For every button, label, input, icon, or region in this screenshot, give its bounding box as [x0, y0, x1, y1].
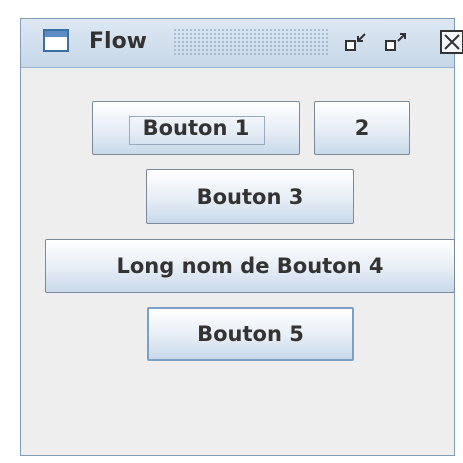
minimize-button[interactable] — [343, 29, 371, 55]
title-bar[interactable]: Flow — [21, 19, 463, 68]
bouton-3-button[interactable]: Bouton 3 — [146, 169, 354, 224]
flow-window: Flow Bouton 1 2 Bouton 3 Long nom de Bou… — [20, 18, 463, 456]
bouton-1-button[interactable]: Bouton 1 — [92, 101, 300, 155]
bouton-4-label: Long nom de Bouton 4 — [116, 254, 384, 278]
bouton-3-label: Bouton 3 — [196, 184, 304, 209]
title-bar-grip — [173, 28, 329, 56]
window-icon[interactable] — [43, 29, 69, 52]
bouton-2-label: 2 — [354, 116, 370, 140]
bouton-5-label: Bouton 5 — [197, 322, 304, 346]
bouton-2-button[interactable]: 2 — [314, 101, 410, 155]
window-title: Flow — [89, 29, 148, 54]
bouton-5-button[interactable]: Bouton 5 — [147, 307, 354, 361]
bouton-4-button[interactable]: Long nom de Bouton 4 — [45, 239, 455, 293]
maximize-button[interactable] — [383, 29, 411, 55]
maximize-icon — [383, 29, 411, 55]
close-icon — [439, 29, 463, 55]
minimize-icon — [343, 29, 371, 55]
close-button[interactable] — [439, 29, 463, 55]
bouton-1-label: Bouton 1 — [142, 116, 250, 140]
flow-layout-panel: Bouton 1 2 Bouton 3 Long nom de Bouton 4… — [21, 68, 455, 455]
